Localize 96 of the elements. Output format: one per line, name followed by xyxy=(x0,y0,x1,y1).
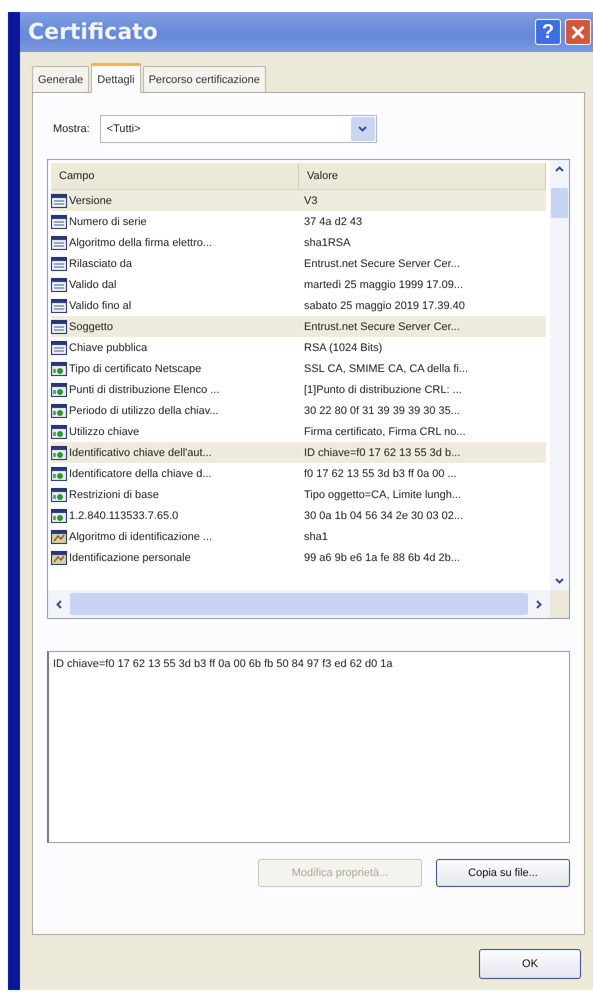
list-row[interactable]: Algoritmo di identificazione ... sha1 xyxy=(51,526,546,547)
list-row[interactable]: Rilasciato da Entrust.net Secure Server Cer... xyxy=(51,253,546,274)
field-value: sha1 xyxy=(304,530,328,542)
column-header[interactable]: Campo xyxy=(51,163,299,189)
field-name: Periodo di utilizzo della chiav... xyxy=(69,404,219,416)
vertical-scrollbar[interactable] xyxy=(550,160,569,590)
field-name: Valido dal xyxy=(69,278,116,290)
field-name: Numero di serie xyxy=(69,216,147,228)
field-icon xyxy=(51,320,67,334)
field-value: RSA (1024 Bits) xyxy=(304,342,382,354)
list-row[interactable]: Identificativo chiave dell'aut... ID chiave=f0 17 62 13 55 3d b... xyxy=(51,442,546,463)
field-value: Firma certificato, Firma CRL no... xyxy=(304,426,466,438)
list-row[interactable]: Chiave pubblica RSA (1024 Bits) xyxy=(51,337,546,358)
field-value: V3 xyxy=(304,194,318,206)
column-header[interactable]: Valore xyxy=(299,163,546,189)
list-row[interactable]: 1.2.840.113533.7.65.0 30 0a 1b 04 56 34 2e 30 03 02... xyxy=(51,505,546,526)
list-row[interactable]: Valido fino al sabato 25 maggio 2019 17.39.40 xyxy=(51,295,546,316)
field-icon xyxy=(51,214,67,228)
field-label: Mostra: xyxy=(53,123,90,135)
chevron-down-icon xyxy=(555,578,564,584)
extension-icon xyxy=(51,488,67,502)
extension-icon xyxy=(51,446,67,460)
field-value: [1]Punto di distribuzione CRL: ... xyxy=(304,384,462,396)
extension-icon xyxy=(51,382,67,396)
field-name: 1.2.840.113533.7.65.0 xyxy=(69,510,178,522)
list-row[interactable]: Versione V3 xyxy=(51,190,546,211)
tab[interactable]: Dettagli xyxy=(91,63,141,93)
chevron-down-icon xyxy=(358,126,368,132)
field-value: Entrust.net Secure Server Cer... xyxy=(304,320,460,332)
field-name: Versione xyxy=(69,194,112,206)
property-icon xyxy=(51,530,67,544)
extension-icon xyxy=(51,404,67,418)
value-text-box[interactable]: ID chiave=f0 17 62 13 55 3d b3 ff 0a 00 6b fb 50 84 97 f3 ed 62 d0 1a xyxy=(47,651,570,843)
show-dropdown[interactable]: <Tutti> xyxy=(100,115,377,143)
scroll-thumb[interactable] xyxy=(70,593,528,615)
field-value: ID chiave=f0 17 62 13 55 3d b... xyxy=(304,446,460,458)
field-name: Identificativo chiave dell'aut... xyxy=(69,446,212,458)
field-value: martedì 25 maggio 1999 17.09... xyxy=(304,278,463,290)
scrollbar-corner xyxy=(550,590,569,618)
field-value: 30 0a 1b 04 56 34 2e 30 03 02... xyxy=(304,510,464,522)
field-name: Identificatore della chiave d... xyxy=(69,468,212,480)
field-value: 99 a6 9b e6 1a fe 88 6b 4d 2b... xyxy=(304,552,460,564)
ok-button[interactable]: OK xyxy=(479,949,581,979)
field-icon xyxy=(51,256,67,270)
field-value: sabato 25 maggio 2019 17.39.40 xyxy=(304,300,465,312)
field-name: Utilizzo chiave xyxy=(69,426,140,438)
field-name: Algoritmo di identificazione ... xyxy=(69,530,212,542)
extension-icon xyxy=(51,424,67,438)
field-name: Punti di distribuzione Elenco ... xyxy=(69,384,220,396)
horizontal-scrollbar[interactable] xyxy=(48,590,550,618)
field-name: Identificazione personale xyxy=(69,552,191,564)
field-value: Entrust.net Secure Server Cer... xyxy=(304,258,460,270)
detail-text: ID chiave=f0 17 62 13 55 3d b3 ff 0a 00 6b fb 50 84 97 f3 ed 62 d0 1a xyxy=(53,658,393,670)
field-name: Tipo di certificato Netscape xyxy=(69,362,202,374)
field-name: Algoritmo della firma elettro... xyxy=(69,236,212,248)
dialog-button[interactable]: Copia su file... xyxy=(436,859,570,887)
list-row[interactable]: Identificatore della chiave d... f0 17 62 13 55 3d b3 ff 0a 00 ... xyxy=(51,463,546,484)
chevron-right-icon xyxy=(536,600,542,608)
field-icon xyxy=(51,278,67,292)
list-row[interactable]: Punti di distribuzione Elenco ... [1]Punto di distribuzione CRL: ... xyxy=(51,379,546,400)
list-row[interactable]: Periodo di utilizzo della chiav... 30 22 80 0f 31 39 39 39 30 35... xyxy=(51,400,546,421)
list-row[interactable]: Soggetto Entrust.net Secure Server Cer... xyxy=(51,316,546,337)
help-button[interactable]: ? xyxy=(535,19,561,45)
window-title: Certificato xyxy=(28,20,158,44)
chevron-up-icon xyxy=(555,166,564,172)
list-row[interactable]: Restrizioni di base Tipo oggetto=CA, Limite lungh... xyxy=(51,484,546,505)
field-name: Chiave pubblica xyxy=(69,342,148,354)
field-icon xyxy=(51,298,67,312)
field-value: sha1RSA xyxy=(304,236,350,248)
field-icon xyxy=(51,236,67,250)
field-value: Tipo oggetto=CA, Limite lungh... xyxy=(304,488,462,500)
field-name: Valido fino al xyxy=(69,300,132,312)
list-row[interactable]: Identificazione personale 99 a6 9b e6 1a fe 88 6b 4d 2b... xyxy=(51,547,546,568)
list-row[interactable]: Algoritmo della firma elettro... sha1RSA xyxy=(51,232,546,253)
field-value: 37 4a d2 43 xyxy=(304,216,362,228)
field-name: Rilasciato da xyxy=(69,258,132,270)
extension-icon xyxy=(51,466,67,480)
field-name: Soggetto xyxy=(69,320,114,332)
list-row[interactable]: Valido dal martedì 25 maggio 1999 17.09... xyxy=(51,274,546,295)
field-icon xyxy=(51,194,67,208)
field-value: 30 22 80 0f 31 39 39 39 30 35... xyxy=(304,404,460,416)
list-row[interactable]: Utilizzo chiave Firma certificato, Firma CRL no... xyxy=(51,421,546,442)
list-row[interactable]: Tipo di certificato Netscape SSL CA, SMIME CA, CA della fi... xyxy=(51,358,546,379)
property-icon xyxy=(51,550,67,564)
scroll-thumb[interactable] xyxy=(551,188,568,218)
chevron-left-icon xyxy=(56,600,62,608)
tab[interactable]: Percorso certificazione xyxy=(142,66,266,92)
field-value: SSL CA, SMIME CA, CA della fi... xyxy=(304,362,468,374)
list-row[interactable]: Numero di serie 37 4a d2 43 xyxy=(51,211,546,232)
field-value: f0 17 62 13 55 3d b3 ff 0a 00 ... xyxy=(304,468,457,480)
tab[interactable]: Generale xyxy=(32,66,90,92)
field-icon xyxy=(51,340,67,354)
close-button[interactable]: × xyxy=(565,19,591,45)
extension-icon xyxy=(51,508,67,522)
field-name: Restrizioni di base xyxy=(69,488,159,500)
extension-icon xyxy=(51,362,67,376)
